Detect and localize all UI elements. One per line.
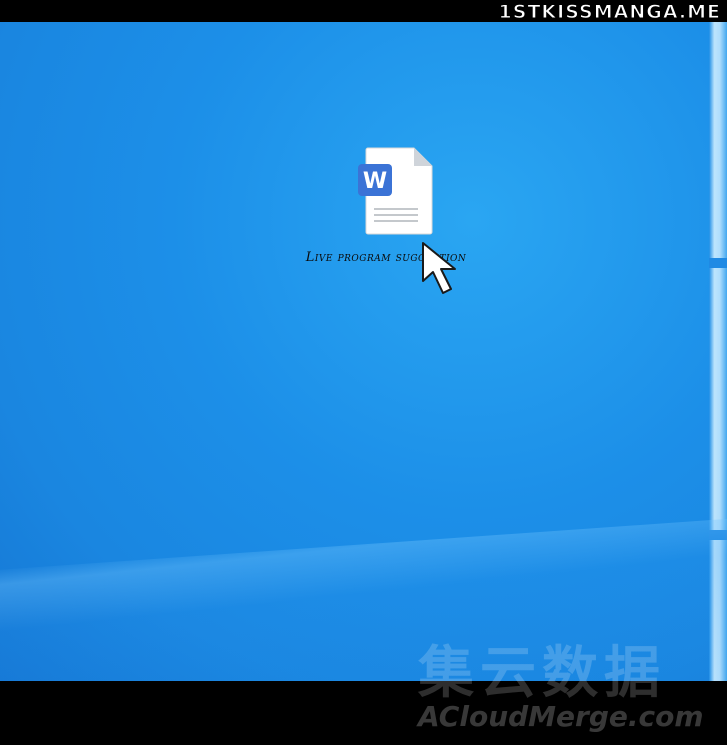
word-badge-letter: W bbox=[363, 169, 387, 194]
watermark-cn: 集云数据 bbox=[418, 641, 666, 706]
screenshot-frame: 1STKISSMANGA.ME W Live program suggestio… bbox=[0, 0, 727, 745]
mouse-pointer-icon bbox=[422, 242, 456, 294]
beam-gap bbox=[709, 530, 727, 540]
desktop-icon-label: Live program suggestion bbox=[305, 250, 467, 265]
top-black-bar: 1STKISSMANGA.ME bbox=[0, 0, 727, 24]
watermark-top: 1STKISSMANGA.ME bbox=[498, 1, 721, 24]
desktop[interactable]: W Live program suggestion bbox=[0, 22, 727, 681]
light-beam-decoration bbox=[709, 22, 727, 681]
word-document-icon: W bbox=[358, 147, 433, 235]
watermark-en: ACloudMerge.com bbox=[418, 700, 704, 733]
beam-gap bbox=[709, 258, 727, 268]
